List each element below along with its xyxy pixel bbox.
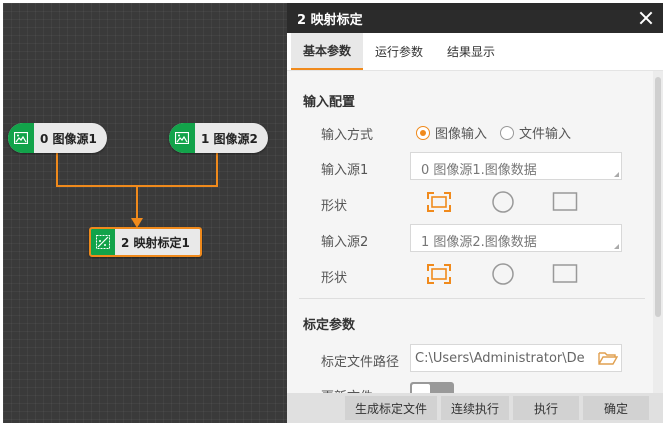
node-label: 1 图像源2: [201, 131, 258, 146]
fit-frame-icon[interactable]: [426, 263, 452, 285]
confirm-button[interactable]: 确定: [583, 396, 649, 420]
shape1-label: 形状: [321, 199, 348, 214]
resize-grip-icon: [614, 244, 619, 249]
scrollbar-thumb[interactable]: [655, 77, 661, 317]
tab-bar: 基本参数 运行参数 结果显示: [287, 33, 663, 71]
file-path-value: C:\Users\Administrator\De: [415, 350, 585, 366]
fit-frame-icon[interactable]: [426, 191, 452, 213]
vertical-scrollbar[interactable]: [653, 71, 663, 395]
folder-open-icon[interactable]: [595, 345, 621, 371]
tab-basic-params[interactable]: 基本参数: [291, 33, 364, 70]
radio-image-input[interactable]: 图像输入: [416, 123, 487, 142]
input-mode-label: 输入方式: [321, 128, 374, 143]
panel-footer: 生成标定文件 连续执行 执行 确定: [287, 393, 663, 423]
source1-select[interactable]: 0 图像源1.图像数据: [410, 152, 622, 180]
section-title-calibration: 标定参数: [303, 318, 356, 333]
section-title-input-config: 输入配置: [303, 95, 356, 110]
radio-dot: [500, 125, 514, 140]
properties-panel: 2 映射标定 基本参数 运行参数 结果显示 输入配置 输入方式 图像输入 文件输…: [287, 3, 663, 423]
tab-result-display[interactable]: 结果显示: [435, 33, 507, 70]
section-divider: [299, 298, 645, 299]
panel-title: 2 映射标定: [297, 12, 363, 28]
source1-label: 输入源1: [321, 163, 369, 178]
radio-label: 文件输入: [519, 127, 572, 142]
node-image-source-1[interactable]: 0 图像源1: [8, 123, 107, 153]
calibration-icon: [91, 229, 115, 255]
rectangle-icon[interactable]: [552, 263, 578, 285]
source2-label: 输入源2: [321, 235, 369, 250]
image-icon: [8, 123, 34, 153]
radio-file-input[interactable]: 文件输入: [500, 123, 571, 142]
resize-grip-icon: [614, 172, 619, 177]
source2-select[interactable]: 1 图像源2.图像数据: [410, 224, 622, 252]
radio-label: 图像输入: [435, 127, 488, 142]
tab-run-params[interactable]: 运行参数: [363, 33, 435, 70]
execute-button[interactable]: 执行: [513, 396, 579, 420]
rectangle-icon[interactable]: [552, 191, 578, 213]
image-icon: [169, 123, 195, 153]
continuous-execute-button[interactable]: 连续执行: [440, 396, 509, 420]
file-path-label: 标定文件路径: [321, 355, 400, 370]
shape2-label: 形状: [321, 271, 348, 286]
node-label: 2 映射标定1: [121, 235, 190, 250]
params-content: 输入配置 输入方式 图像输入 文件输入 输入源1 0 图像源1.图像数据 形状 …: [287, 71, 653, 395]
flow-canvas[interactable]: 0 图像源1 1 图像源2 2 映射标定1: [3, 3, 287, 423]
connector-lines: [56, 153, 218, 228]
node-image-source-2[interactable]: 1 图像源2: [169, 123, 268, 153]
circle-icon[interactable]: [490, 191, 516, 213]
node-mapping-calibration[interactable]: 2 映射标定1: [89, 227, 202, 257]
generate-calibration-file-button[interactable]: 生成标定文件: [344, 396, 437, 420]
circle-icon[interactable]: [490, 263, 516, 285]
close-icon[interactable]: [639, 11, 653, 25]
panel-titlebar: 2 映射标定: [287, 3, 663, 33]
source1-value: 0 图像源1.图像数据: [421, 163, 537, 178]
node-label: 0 图像源1: [40, 131, 97, 146]
source2-value: 1 图像源2.图像数据: [421, 235, 537, 250]
calibration-file-path-input[interactable]: C:\Users\Administrator\De: [410, 344, 622, 372]
radio-dot: [416, 125, 430, 140]
